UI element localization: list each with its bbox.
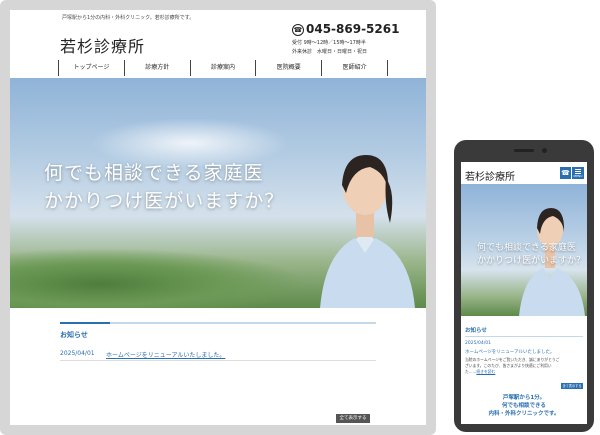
nav-item-overview[interactable]: 医院概要 [255, 60, 321, 76]
site-logo[interactable]: 若杉診療所 [60, 33, 145, 57]
hero-trees [10, 248, 310, 308]
mobile-news-more: た……続きを読む [465, 369, 495, 375]
phone-icon: ☎ [292, 24, 304, 36]
mobile-news-divider [465, 336, 583, 337]
mobile-phone-button[interactable]: ☎ [560, 167, 571, 179]
mobile-more-prefix: た…… [465, 369, 477, 374]
mobile-hero-headline-2: かかりつけ医がいますか？ [477, 256, 586, 266]
phone-speaker [514, 149, 534, 152]
mobile-logo[interactable]: 若杉診療所 [465, 168, 515, 183]
mobile-frame: 若杉診療所 ☎ MENU 何でも相談できる家庭医 かかりつけ医がいますか？ お知… [454, 140, 594, 432]
news-item-link[interactable]: ホームページをリニューアルいたしました。 [106, 350, 225, 359]
mobile-show-all-button[interactable]: 全て表示する [561, 383, 583, 389]
read-more-link[interactable]: 続きを読む [476, 369, 495, 374]
hero-banner: 何でも相談できる家庭医 かかりつけ医がいますか？ [10, 78, 426, 308]
news-heading: お知らせ [60, 331, 88, 339]
news-divider-accent [60, 322, 110, 324]
mobile-hero: 何でも相談できる家庭医 かかりつけ医がいますか？ [461, 184, 587, 316]
nav-item-policy[interactable]: 診療方針 [123, 60, 190, 76]
mobile-menu-button[interactable]: MENU [572, 167, 584, 179]
menu-label: MENU [573, 174, 583, 178]
mobile-footer-line-2: 何でも相談できる [502, 403, 546, 409]
reception-hours: 受付 9時～12時／15時～17時半 [292, 40, 366, 46]
desktop-frame: 戸塚駅から1分の内科・外科クリニック。若杉診療所です。 若杉診療所 ☎ 045-… [0, 0, 436, 435]
news-date: 2025/04/01 [60, 350, 95, 357]
phone-camera [542, 148, 547, 153]
hamburger-icon [575, 169, 581, 170]
hero-headline-2: かかりつけ医がいますか？ [44, 190, 285, 212]
mobile-footer-copy: 戸塚駅から1分。 何でも相談できる 内科・外科クリニックです。 [461, 394, 587, 418]
mobile-footer-line-1: 戸塚駅から1分。 [502, 395, 546, 401]
phone-number[interactable]: 045-869-5261 [306, 22, 399, 36]
mobile-news-link[interactable]: ホームページをリニューアルいたしました。 [465, 349, 555, 355]
main-nav: トップページ 診療方針 診療案内 医院概要 医師紹介 [58, 60, 388, 76]
mobile-screen: 若杉診療所 ☎ MENU 何でも相談できる家庭医 かかりつけ医がいますか？ お知… [461, 162, 587, 424]
closed-days: 外来休診 水曜日・日曜日・祝日 [292, 49, 368, 55]
hero-person-image [320, 155, 415, 308]
site-tagline: 戸塚駅から1分の内科・外科クリニック。若杉診療所です。 [62, 15, 195, 21]
nav-item-services[interactable]: 診療案内 [189, 60, 256, 76]
hero-headline-1: 何でも相談できる家庭医 [44, 162, 264, 184]
mobile-footer-line-3: 内科・外科クリニックです。 [488, 411, 560, 417]
mobile-hero-headline-1: 何でも相談できる家庭医 [477, 243, 576, 253]
show-all-button[interactable]: 全て表示する [336, 414, 370, 423]
desktop-screen: 戸塚駅から1分の内科・外科クリニック。若杉診療所です。 若杉診療所 ☎ 045-… [10, 10, 426, 425]
nav-item-top[interactable]: トップページ [58, 60, 124, 76]
news-separator [60, 360, 376, 361]
mobile-news-heading: お知らせ [465, 328, 487, 334]
mobile-news-date: 2025/04/01 [465, 341, 491, 346]
nav-item-doctor[interactable]: 医師紹介 [321, 60, 388, 76]
